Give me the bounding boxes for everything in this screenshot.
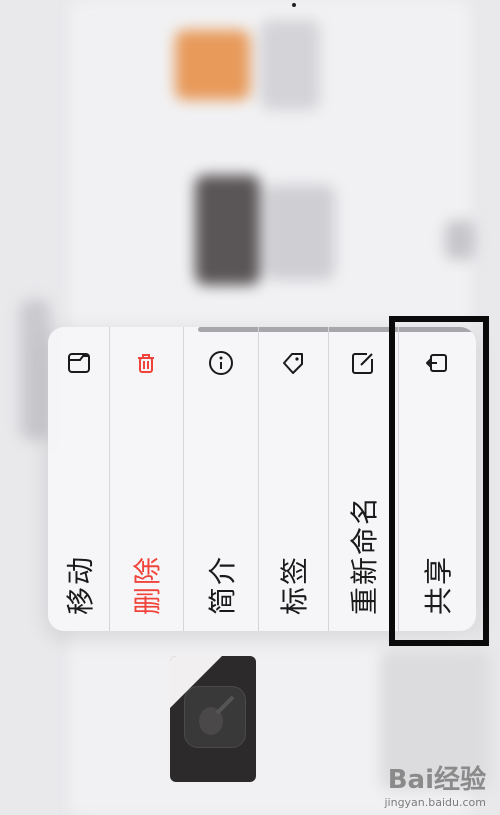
- menu-item-label: 简介: [205, 554, 239, 615]
- menu-item-label: 删除: [131, 554, 164, 615]
- menu-item-label: 重新命名: [348, 494, 381, 615]
- watermark-url: jingyan.baidu.com: [384, 796, 486, 809]
- trash-icon: [138, 354, 154, 373]
- status-dot: [292, 3, 296, 7]
- menu-item-move[interactable]: 移动: [48, 327, 110, 631]
- menu-item-label: 移动: [63, 554, 97, 615]
- highlight-annotation-box: [389, 316, 489, 646]
- menu-item-label: 标签: [278, 554, 311, 615]
- info-icon: [208, 351, 233, 375]
- pencil-square-icon: [352, 353, 373, 374]
- menu-item-tag[interactable]: 标签: [258, 327, 329, 631]
- watermark-brand: Bai经验: [387, 765, 486, 795]
- menu-item-delete[interactable]: 删除: [109, 327, 184, 631]
- watermark: Bai经验 jingyan.baidu.com: [384, 759, 486, 809]
- guitar-app-icon: [184, 686, 246, 748]
- folder-icon: [67, 353, 90, 373]
- menu-item-info[interactable]: 简介: [183, 327, 259, 631]
- app-preview-tile[interactable]: [170, 656, 256, 782]
- tag-icon: [283, 353, 303, 374]
